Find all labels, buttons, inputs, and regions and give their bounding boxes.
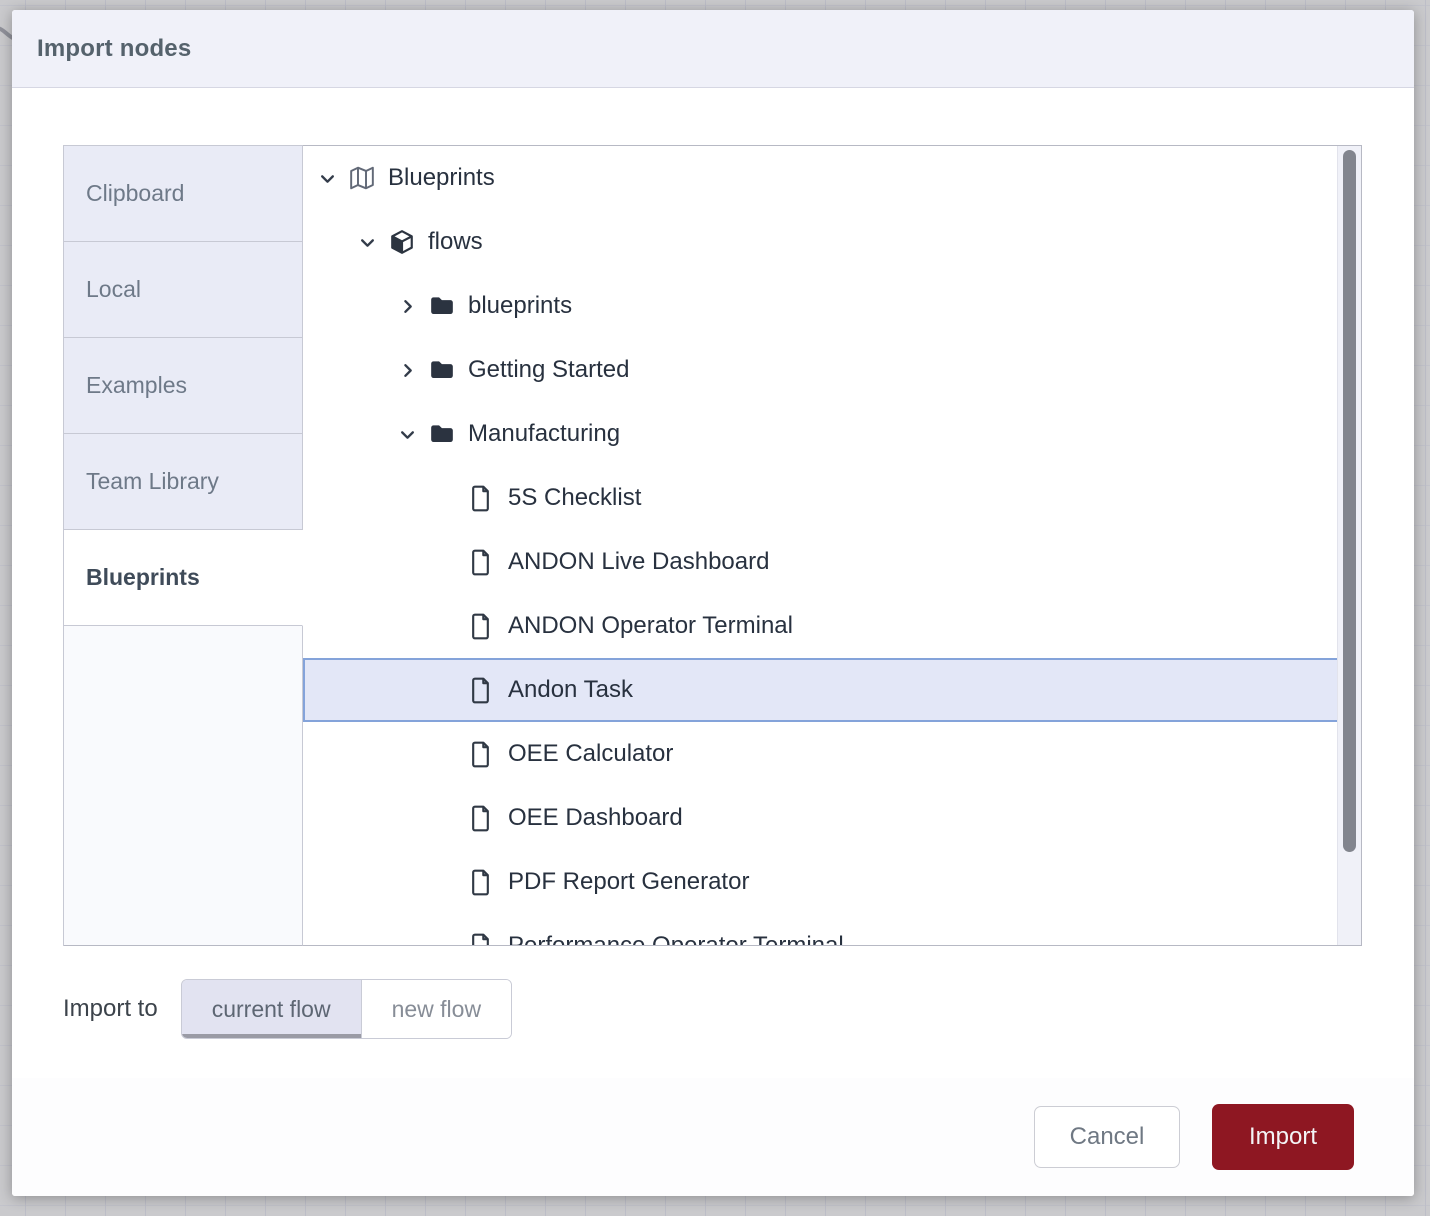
sidebar-tab-label: Local <box>86 276 141 303</box>
file-icon <box>469 613 495 639</box>
file-icon <box>469 805 495 831</box>
sidebar-tab-label: Clipboard <box>86 180 184 207</box>
import-button[interactable]: Import <box>1212 1104 1354 1170</box>
tree-row-label: 5S Checklist <box>508 484 641 512</box>
sidebar-tab-examples[interactable]: Examples <box>64 338 303 434</box>
sidebar-tab-blueprints[interactable]: Blueprints <box>64 530 303 626</box>
tree-row[interactable]: blueprints <box>303 274 1361 338</box>
chevron-right-icon[interactable] <box>395 298 419 315</box>
import-to-label: Import to <box>63 995 158 1023</box>
import-target-toggle: current flownew flow <box>181 979 512 1039</box>
import-to-row: Import to current flownew flow <box>63 979 1362 1039</box>
chevron-right-icon[interactable] <box>395 362 419 379</box>
tree-row-label: PDF Report Generator <box>508 868 749 896</box>
tree-row[interactable]: flows <box>303 210 1361 274</box>
tree-row-label: flows <box>428 228 483 256</box>
tree-row-label: Performance Operator Terminal <box>508 932 844 946</box>
tree-row-label: OEE Dashboard <box>508 804 683 832</box>
folder-icon <box>429 421 455 447</box>
import-target-current-flow[interactable]: current flow <box>182 980 361 1038</box>
file-icon <box>469 677 495 703</box>
file-icon <box>469 549 495 575</box>
dialog-content: Clipboard Local Examples Team Library Bluepr… <box>12 88 1414 1078</box>
chevron-down-icon[interactable] <box>395 426 419 443</box>
dialog-header: Import nodes <box>12 10 1414 88</box>
tree-row[interactable]: PDF Report Generator <box>303 850 1361 914</box>
folder-icon <box>429 293 455 319</box>
library-tree-panel: Blueprints flows blueprints Getting Started… <box>302 145 1362 946</box>
file-icon <box>469 869 495 895</box>
cancel-button[interactable]: Cancel <box>1034 1106 1180 1168</box>
file-icon <box>469 485 495 511</box>
tree-row[interactable]: ANDON Live Dashboard <box>303 530 1361 594</box>
folder-icon <box>429 357 455 383</box>
file-icon <box>469 741 495 767</box>
chevron-down-icon[interactable] <box>315 170 339 187</box>
sidebar-tab-local[interactable]: Local <box>64 242 303 338</box>
tree-row[interactable]: OEE Dashboard <box>303 786 1361 850</box>
tree-row[interactable]: OEE Calculator <box>303 722 1361 786</box>
import-nodes-dialog: Import nodes Clipboard Local Examples Team … <box>12 10 1414 1196</box>
tree-scrollbar-thumb[interactable] <box>1343 150 1356 852</box>
map-icon <box>349 165 375 191</box>
dialog-title: Import nodes <box>37 35 191 63</box>
import-target-new-flow[interactable]: new flow <box>361 980 511 1038</box>
tree-row-label: Blueprints <box>388 164 495 192</box>
tree-row[interactable]: ANDON Operator Terminal <box>303 594 1361 658</box>
chevron-down-icon[interactable] <box>355 234 379 251</box>
tree-row[interactable]: Performance Operator Terminal <box>303 914 1361 946</box>
tree-scrollbar-track <box>1337 146 1361 945</box>
tree-row-label: OEE Calculator <box>508 740 673 768</box>
library-tree: Blueprints flows blueprints Getting Started… <box>303 146 1337 945</box>
library-tabs: Clipboard Local Examples Team Library Bluepr… <box>63 145 303 946</box>
sidebar-tab-label: Team Library <box>86 468 219 495</box>
tree-row-label: blueprints <box>468 292 572 320</box>
cube-icon <box>389 229 415 255</box>
tree-row-label: Manufacturing <box>468 420 620 448</box>
tree-row-label: ANDON Operator Terminal <box>508 612 793 640</box>
tree-row-label: Andon Task <box>508 676 633 704</box>
file-icon <box>469 933 495 946</box>
sidebar-tab-label: Blueprints <box>86 564 200 591</box>
tree-row[interactable]: Blueprints <box>303 146 1361 210</box>
sidebar-tab-clipboard[interactable]: Clipboard <box>64 146 303 242</box>
tree-row-label: ANDON Live Dashboard <box>508 548 769 576</box>
sidebar-tabs-filler <box>64 626 303 946</box>
sidebar-tab-team-library[interactable]: Team Library <box>64 434 303 530</box>
tree-row[interactable]: Manufacturing <box>303 402 1361 466</box>
sidebar-tab-label: Examples <box>86 372 187 399</box>
tree-row[interactable]: 5S Checklist <box>303 466 1361 530</box>
tree-row-label: Getting Started <box>468 356 629 384</box>
tree-row[interactable]: Andon Task <box>303 658 1361 722</box>
dialog-footer: Cancel Import <box>12 1078 1414 1196</box>
tree-row[interactable]: Getting Started <box>303 338 1361 402</box>
